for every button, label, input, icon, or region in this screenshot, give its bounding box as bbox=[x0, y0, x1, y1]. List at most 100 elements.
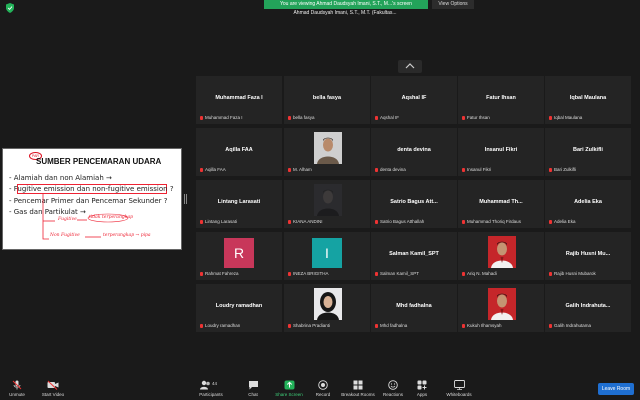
view-options-button[interactable]: View Options bbox=[432, 0, 474, 9]
reactions-label: Reactions bbox=[382, 392, 403, 397]
gallery-page-up-button[interactable] bbox=[398, 60, 422, 73]
annotation-text: Fugitive bbox=[58, 217, 77, 222]
participant-tile[interactable]: Loudry ramadhan Loudry ramadhan bbox=[196, 284, 282, 332]
shield-icon[interactable] bbox=[6, 3, 14, 13]
chat-button[interactable]: Chat bbox=[243, 380, 263, 399]
participant-tile[interactable]: Rajib Husni Mu... Rajib Husni Mubarok bbox=[545, 232, 631, 280]
participant-tile[interactable]: Iqbal Maulana Iqbal Maulana bbox=[545, 76, 631, 124]
participant-name-text: denta devina bbox=[380, 167, 406, 172]
microphone-muted-icon bbox=[375, 115, 378, 120]
start-video-button[interactable]: Start Video bbox=[40, 380, 66, 399]
microphone-muted-icon bbox=[375, 271, 378, 276]
shared-screen[interactable]: PAR SUMBER PENCEMARAN UDARA - Alamiah da… bbox=[2, 148, 182, 250]
start-video-label: Start Video bbox=[41, 392, 65, 397]
participant-name-label: Adelia Eka bbox=[549, 219, 576, 225]
participant-name-text: KIANA ANDINI bbox=[293, 219, 323, 224]
participant-tile[interactable]: Ariq N. Mahadi bbox=[458, 232, 544, 280]
participant-display-name: Iqbal Maulana bbox=[569, 95, 607, 101]
unmute-button[interactable]: Unmute bbox=[6, 380, 28, 399]
participant-name-text: Lintang Larasati bbox=[205, 219, 238, 224]
participant-tile[interactable]: Mhd fadhalna Mhd fadhalna bbox=[371, 284, 457, 332]
participant-name-label: Insanul Fikri bbox=[462, 167, 491, 173]
participant-display-name: Aqshal IF bbox=[401, 95, 427, 101]
participant-tile[interactable]: Kukuh Ilhamsyah bbox=[458, 284, 544, 332]
participants-icon: 44 bbox=[200, 380, 218, 390]
participant-name-text: Bari Zulkifli bbox=[554, 167, 577, 172]
participant-tile[interactable]: I INEZA BRIGITHA bbox=[284, 232, 370, 280]
record-label: Record bbox=[315, 392, 331, 397]
microphone-muted-icon bbox=[200, 167, 203, 172]
participant-tile[interactable]: Satrio Bagus Att... Satrio Bagus Atthalla… bbox=[371, 180, 457, 228]
participant-name-label: KIANA ANDINI bbox=[288, 219, 323, 225]
participant-name-label: Loudry ramadhan bbox=[200, 323, 240, 329]
participant-display-name: Satrio Bagus Att... bbox=[390, 199, 438, 205]
apps-label: Apps bbox=[416, 392, 428, 397]
participant-tile[interactable]: Muhammad Faza I Muhammad Faza I bbox=[196, 76, 282, 124]
participant-tile[interactable]: Fatur Ihsan Fatur Ihsan bbox=[458, 76, 544, 124]
participant-name-text: Satrio Bagus Atthallah bbox=[380, 219, 425, 224]
apps-button[interactable]: Apps bbox=[413, 380, 431, 399]
participant-display-name: Lintang Larasati bbox=[217, 199, 261, 205]
participant-tile[interactable]: Aqilla FAA Aqilla FAA bbox=[196, 128, 282, 176]
annotation-text: tidak terperangkap bbox=[89, 215, 134, 220]
participant-display-name: Adelia Eka bbox=[574, 199, 602, 205]
participant-name-text: Muhammad Thoriq Firdaus bbox=[467, 219, 521, 224]
participant-name-text: M. Alham bbox=[293, 167, 312, 172]
whiteboard-icon bbox=[453, 380, 465, 390]
participant-display-name: Salman Kamil_SPT bbox=[389, 251, 439, 257]
microphone-muted-icon bbox=[375, 219, 378, 224]
participant-photo bbox=[314, 132, 342, 164]
participants-label: Participants bbox=[199, 392, 223, 397]
annotation-strokes bbox=[42, 194, 129, 240]
participant-name-text: Adelia Eka bbox=[554, 219, 576, 224]
unmute-label: Unmute bbox=[9, 392, 25, 397]
microphone-muted-icon bbox=[549, 167, 552, 172]
participant-tile[interactable]: denta devina denta devina bbox=[371, 128, 457, 176]
microphone-muted-icon bbox=[549, 115, 552, 120]
chat-icon bbox=[248, 381, 258, 390]
participant-tile[interactable]: Insanul Fikri Insanul Fikri bbox=[458, 128, 544, 176]
participant-name-text: Rajib Husni Mubarok bbox=[554, 271, 596, 276]
participant-tile[interactable]: KIANA ANDINI bbox=[284, 180, 370, 228]
participant-tile[interactable]: Aqshal IF Aqshal IF bbox=[371, 76, 457, 124]
participant-name-label: Aqshal IF bbox=[375, 115, 399, 121]
microphone-muted-icon bbox=[462, 323, 465, 328]
participant-name-text: Ariq N. Mahadi bbox=[467, 271, 497, 276]
meeting-toolbar: Unmute Start Video 44 Participants Chat bbox=[0, 378, 640, 400]
breakout-rooms-icon bbox=[353, 380, 363, 390]
share-screen-button[interactable]: Share Screen bbox=[274, 380, 304, 399]
participant-photo bbox=[488, 288, 516, 320]
participant-name-label: Lintang Larasati bbox=[200, 219, 237, 225]
participant-tile[interactable]: bella fasya bella fasya bbox=[284, 76, 370, 124]
participant-tile[interactable]: M. Alham bbox=[284, 128, 370, 176]
participant-tile[interactable]: Bari Zulkifli Bari Zulkifli bbox=[545, 128, 631, 176]
smiley-icon bbox=[388, 380, 398, 390]
microphone-muted-icon bbox=[462, 271, 465, 276]
reactions-button[interactable]: Reactions bbox=[381, 380, 405, 399]
video-off-icon bbox=[47, 380, 59, 390]
splitter-handle[interactable] bbox=[184, 194, 187, 204]
participant-tile[interactable]: R Rahmat Fahreza bbox=[196, 232, 282, 280]
participant-tile[interactable]: Lintang Larasati Lintang Larasati bbox=[196, 180, 282, 228]
leave-room-button[interactable]: Leave Room bbox=[598, 383, 634, 395]
participant-display-name: Muhammad Faza I bbox=[215, 95, 263, 101]
chat-label: Chat bbox=[248, 392, 258, 397]
breakout-rooms-button[interactable]: Breakout Rooms bbox=[340, 380, 376, 399]
participant-tile[interactable]: Galih Indrahuta... Galih Indrahutama bbox=[545, 284, 631, 332]
participant-name-text: Galih Indrahutama bbox=[554, 323, 592, 328]
microphone-muted-icon bbox=[288, 323, 291, 328]
microphone-muted-icon bbox=[549, 271, 552, 276]
participant-tile[interactable]: Adelia Eka Adelia Eka bbox=[545, 180, 631, 228]
whiteboards-button[interactable]: Whiteboards bbox=[442, 380, 476, 399]
participant-photo bbox=[314, 288, 342, 320]
participants-count: 44 bbox=[212, 381, 218, 386]
microphone-muted-icon bbox=[375, 167, 378, 172]
participant-display-name: Loudry ramadhan bbox=[215, 303, 263, 309]
microphone-muted-icon bbox=[288, 115, 291, 120]
participants-button[interactable]: 44 Participants bbox=[196, 380, 226, 399]
participant-tile[interactable]: Salman Kamil_SPT Salman Kamil_SPT bbox=[371, 232, 457, 280]
participant-name-label: M. Alham bbox=[288, 167, 312, 173]
participant-tile[interactable]: Shabrina Pradianti bbox=[284, 284, 370, 332]
participant-tile[interactable]: Muhammad Th... Muhammad Thoriq Firdaus bbox=[458, 180, 544, 228]
record-button[interactable]: Record bbox=[313, 380, 333, 399]
